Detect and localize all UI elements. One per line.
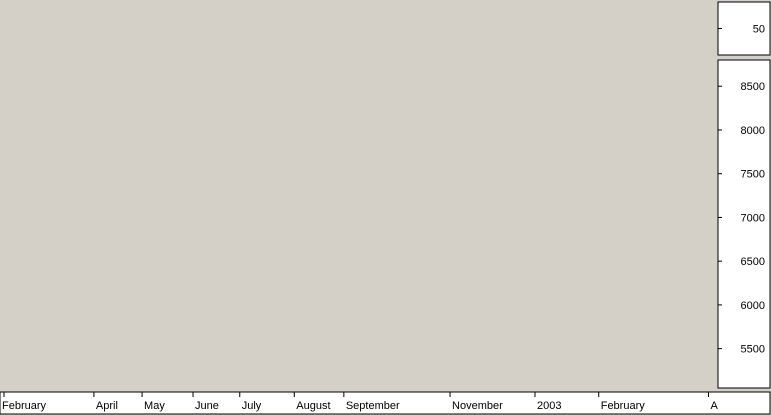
x-tick-label: April xyxy=(96,400,118,412)
x-tick-label: November xyxy=(452,400,503,412)
x-tick-label: May xyxy=(144,400,165,412)
price-y-tick-label: 7500 xyxy=(741,169,765,181)
price-y-tick-label: 7000 xyxy=(741,212,765,224)
x-tick-label: September xyxy=(346,400,400,412)
window-background xyxy=(0,0,771,415)
x-tick-label: 2003 xyxy=(537,400,561,412)
price-y-tick-label: 6500 xyxy=(741,256,765,268)
x-tick-label: A xyxy=(710,400,718,412)
price-y-tick-label: 5500 xyxy=(741,344,765,356)
x-tick-label: June xyxy=(195,400,219,412)
axes: 5500 6000 6500 7000 7500 8000 8500 50 February Ap… xyxy=(0,0,771,415)
x-tick-label: February xyxy=(2,400,47,412)
x-tick-label: August xyxy=(296,400,330,412)
price-y-tick-label: 8000 xyxy=(741,125,765,137)
x-tick-label: July xyxy=(242,400,262,412)
technical-chart: 67435815 550060006500700075008000850050F… xyxy=(0,0,771,415)
x-tick-label: February xyxy=(601,400,646,412)
price-y-tick-label: 8500 xyxy=(741,81,765,93)
price-y-tick-label: 6000 xyxy=(741,300,765,312)
oscillator-y-tick-label: 50 xyxy=(753,24,765,36)
